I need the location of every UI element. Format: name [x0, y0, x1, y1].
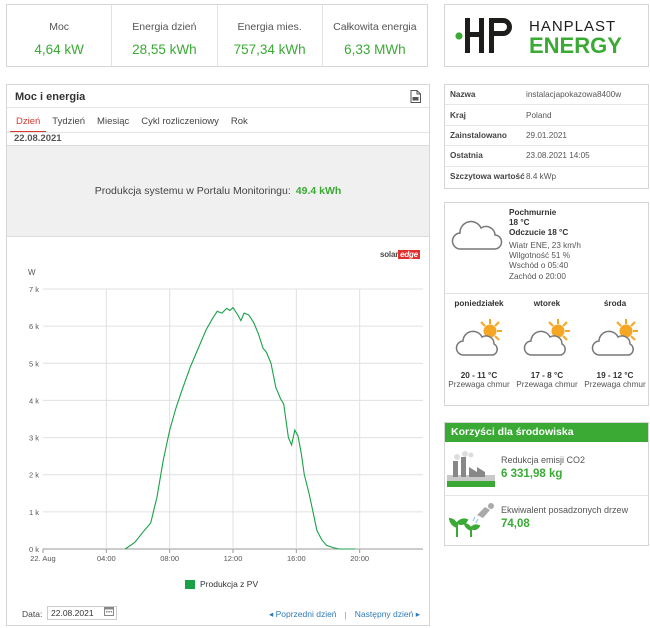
tree-planting-icon [448, 503, 494, 537]
production-summary: Produkcja systemu w Portalu Monitoringu:… [7, 145, 429, 237]
x-tick-label: 22. Aug [30, 554, 55, 563]
date-label: Data: [22, 609, 43, 619]
info-row: Ostatnia 23.08.2021 14:05 [445, 146, 648, 167]
y-tick-label: 6 k [29, 322, 39, 331]
x-tick-label: 16:00 [287, 554, 306, 563]
previous-day-link[interactable]: ◂ Poprzedni dzień [269, 609, 337, 620]
forecast-day: wtorek 17 - 8 °C Przewaga chmur [516, 299, 578, 389]
chart-legend[interactable]: Produkcja z PV [185, 579, 258, 589]
info-row: Kraj Poland [445, 105, 648, 126]
stat-energy-total: Całkowita energia 6,33 MWh [323, 5, 427, 66]
production-value: 49.4 kWh [295, 185, 342, 197]
next-day-link[interactable]: Następny dzień ▸ [355, 609, 420, 620]
export-document-icon[interactable] [410, 90, 421, 103]
stat-label: Moc [49, 21, 70, 33]
power-energy-panel: Moc i energia Dzień Tydzień Miesiąc Cykl… [6, 84, 430, 626]
tab-year[interactable]: Rok [225, 113, 254, 133]
weather-details: Wiatr ENE, 23 km/h Wilgotność 51 % Wschó… [509, 241, 581, 281]
partly-cloudy-icon [455, 319, 502, 356]
x-tick-label: 04:00 [97, 554, 116, 563]
y-tick-label: 0 k [29, 545, 39, 554]
stat-value: 4,64 kW [34, 42, 84, 57]
stat-energy-day: Energia dzień 28,55 kWh [112, 5, 218, 66]
weather-condition: Pochmurnie 18 °C Odczucie 18 °C [509, 208, 569, 237]
y-tick-label: 2 k [29, 471, 39, 480]
info-row: Szczytowa wartość 8.4 kWp [450, 172, 557, 182]
panel-title: Moc i energia [15, 91, 86, 103]
day-navigation: ◂ Poprzedni dzień | Następny dzień ▸ [268, 609, 420, 620]
y-tick-label: 5 k [29, 359, 39, 368]
y-axis-label: W [28, 268, 36, 277]
stat-label: Energia dzień [132, 21, 197, 33]
stat-power: Moc 4,64 kW [7, 5, 113, 66]
partly-cloudy-icon [591, 319, 638, 356]
co2-label: Redukcja emisji CO2 [501, 455, 586, 465]
stat-energy-month: Energia mies. 757,34 kWh [218, 5, 323, 66]
env-title: Korzyści dla środowiska [445, 423, 648, 442]
x-tick-label: 20:00 [350, 554, 369, 563]
production-label: Produkcja systemu w Portalu Monitoringu: [94, 185, 291, 197]
y-tick-label: 7 k [29, 285, 39, 294]
trees-label: Ekwiwalent posadzonych drzew [501, 505, 629, 515]
tab-billing-cycle[interactable]: Cykl rozliczeniowy [135, 113, 225, 133]
selected-date: 22.08.2021 [14, 133, 62, 144]
tab-week[interactable]: Tydzień [46, 113, 91, 133]
installation-info: Nazwa instalacjapokazowa8400w Kraj Poland … [444, 84, 649, 189]
info-row: Nazwa instalacjapokazowa8400w [445, 85, 648, 106]
period-tabs: Dzień Tydzień Miesiąc Cykl rozliczeniowy… [10, 113, 254, 133]
y-tick-label: 1 k [29, 508, 39, 517]
forecast-day: środa 19 - 12 °C Przewaga chmur [584, 299, 646, 389]
tab-month[interactable]: Miesiąc [91, 113, 135, 133]
chart-footer: Data: ◂ Poprzedni dzień | Następny dzień… [7, 603, 429, 625]
logo-brand-bottom: ENERGY [529, 33, 622, 58]
co2-value: 6 331,98 kg [501, 468, 563, 480]
info-row: Zainstalowano 29.01.2021 [445, 126, 648, 147]
stats-bar: Moc 4,64 kW Energia dzień 28,55 kWh Ener… [6, 4, 428, 67]
pv-production-line [124, 306, 355, 550]
environment-benefits: Korzyści dla środowiska Redukcja emisji … [444, 422, 649, 546]
stat-value: 28,55 kWh [132, 42, 197, 57]
legend-label: Produkcja z PV [200, 579, 259, 589]
x-tick-label: 12:00 [224, 554, 243, 563]
solaredge-logo: solar edge [380, 250, 420, 259]
factory-icon [447, 451, 495, 487]
current-weather: Pochmurnie 18 °C Odczucie 18 °C Wiatr EN… [445, 203, 648, 294]
y-tick-label: 3 k [29, 434, 39, 443]
x-tick-label: 08:00 [160, 554, 179, 563]
partly-cloudy-icon [523, 319, 570, 356]
y-tick-label: 4 k [29, 396, 39, 405]
hanplast-energy-logo: HANPLAST ENERGY [444, 4, 649, 67]
forecast-day: poniedziałek 20 - 11 °C Przewaga chmur [448, 299, 510, 389]
stat-label: Energia mies. [237, 21, 302, 33]
legend-swatch [185, 579, 195, 589]
trees-value: 74,08 [501, 518, 530, 530]
tab-day[interactable]: Dzień [10, 113, 47, 133]
cloud-icon [451, 220, 503, 250]
calendar-icon[interactable] [104, 606, 114, 616]
co2-reduction: Redukcja emisji CO2 6 331,98 kg [445, 445, 648, 490]
stat-label: Całkowita energia [333, 21, 417, 33]
stat-value: 757,34 kWh [233, 42, 306, 57]
power-chart: 0 k 1 k 2 k 3 k 4 k 5 k 6 k 7 k W 22. Aug 04:00 08:… [28, 268, 423, 563]
trees-equivalent: Ekwiwalent posadzonych drzew 74,08 [445, 495, 648, 540]
stat-value: 6,33 MWh [344, 42, 406, 57]
weather-widget: Pochmurnie 18 °C Odczucie 18 °C Wiatr EN… [444, 202, 649, 406]
